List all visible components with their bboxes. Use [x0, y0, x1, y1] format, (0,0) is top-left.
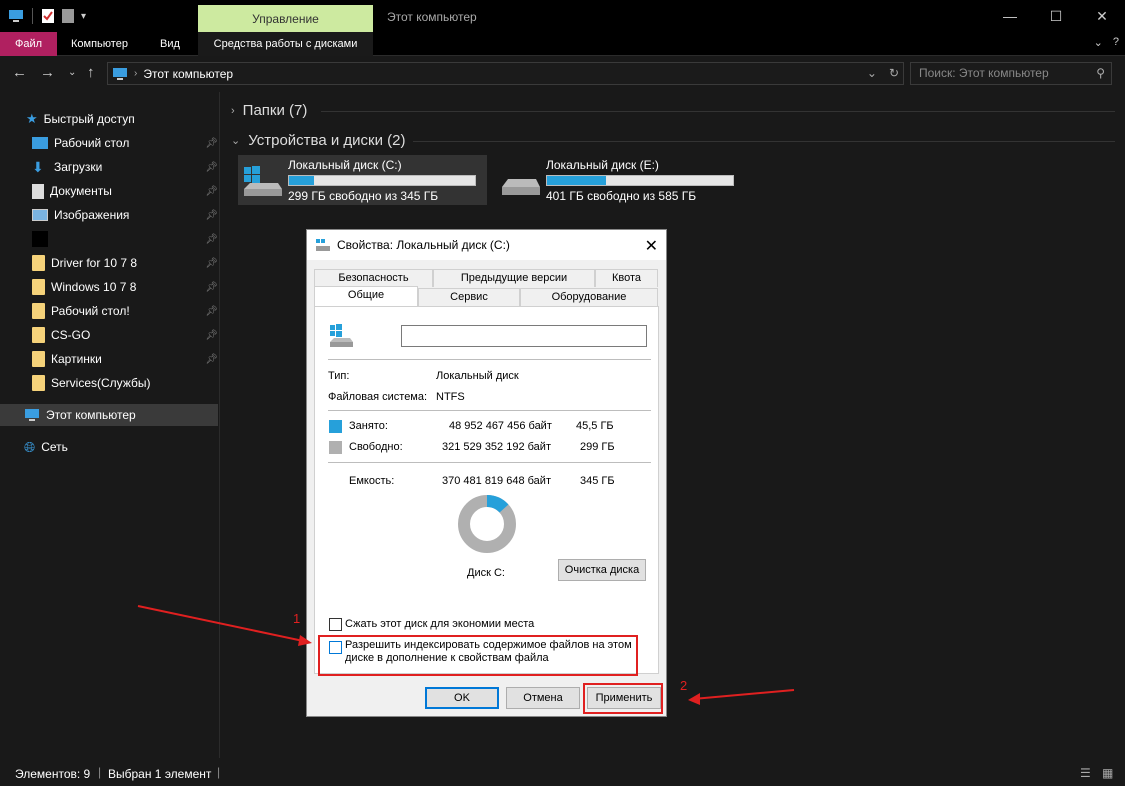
annotation-number-1: 1	[293, 611, 301, 626]
annotation-box-index	[318, 635, 638, 676]
annotation-arrow-1	[137, 605, 309, 643]
annotation-number-2: 2	[680, 678, 688, 693]
annotation-arrow-2	[692, 689, 795, 700]
annotation-arrowhead-1	[298, 635, 312, 646]
annotation-box-apply	[583, 683, 663, 714]
annotation-arrowhead-2	[688, 693, 700, 705]
